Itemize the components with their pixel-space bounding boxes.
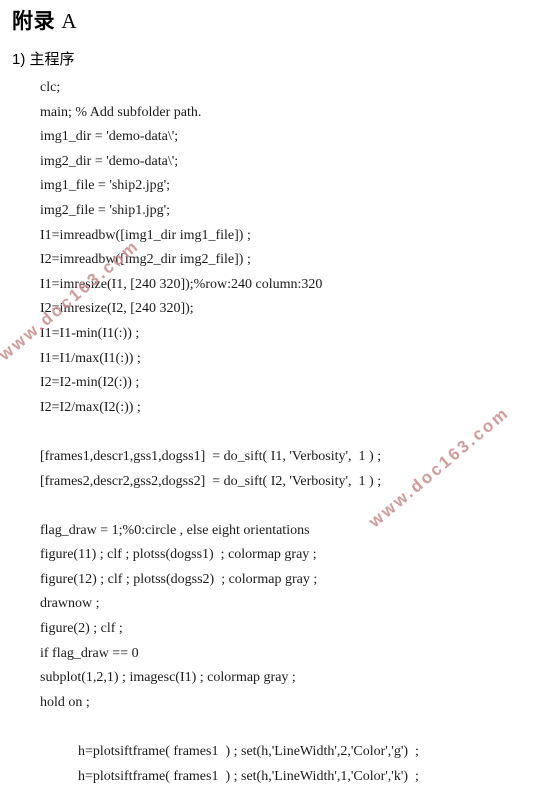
code-line: img1_dir = 'demo-data\'; xyxy=(40,129,179,145)
code-line: drawnow ; xyxy=(40,596,100,612)
code-line: if flag_draw == 0 xyxy=(40,645,139,661)
code-line: [frames2,descr2,gss2,dogss2] = do_sift( … xyxy=(40,473,382,489)
code-line: I1=imreadbw([img1_dir img1_file]) ; xyxy=(40,227,251,243)
code-line: I1=imresize(I1, [240 320]);%row:240 colu… xyxy=(40,276,323,292)
code-line: figure(12) ; clf ; plotss(dogss2) ; colo… xyxy=(40,571,318,587)
code-line: I2=imresize(I2, [240 320]); xyxy=(40,301,194,317)
page-title-cjk: 附录 xyxy=(12,10,55,33)
code-line: I1=I1/max(I1(:)) ; xyxy=(40,350,141,366)
code-line: I1=I1-min(I1(:)) ; xyxy=(40,325,140,341)
code-line: [frames1,descr1,gss1,dogss1] = do_sift( … xyxy=(40,448,382,464)
code-line: flag_draw = 1;%0:circle , else eight ori… xyxy=(40,522,310,538)
code-line: subplot(1,2,1) ; imagesc(I1) ; colormap … xyxy=(40,670,296,686)
section-heading: 1) 主程序 xyxy=(12,51,75,68)
code-line: I2=I2-min(I2(:)) ; xyxy=(40,375,140,391)
code-line: img2_dir = 'demo-data\'; xyxy=(40,153,179,169)
code-line: I2=I2/max(I2(:)) ; xyxy=(40,399,141,415)
code-line: h=plotsiftframe( frames1 ) ; set(h,'Line… xyxy=(78,768,419,784)
code-line: clc; xyxy=(40,80,61,95)
page-title: 附录 A xyxy=(12,8,77,35)
code-line: figure(11) ; clf ; plotss(dogss1) ; colo… xyxy=(40,547,317,563)
document-page: 附录 A 1) 主程序 clc; main; % Add subfolder pa… xyxy=(0,0,556,784)
page-title-latin: A xyxy=(61,9,78,33)
code-line: img1_file = 'ship2.jpg'; xyxy=(40,178,170,194)
code-block: clc; main; % Add subfolder path. img1_dir … xyxy=(0,76,556,789)
code-line: I2=imreadbw([img2_dir img2_file]) ; xyxy=(40,252,251,268)
code-line: hold on ; xyxy=(40,694,90,710)
code-line: figure(2) ; clf ; xyxy=(40,621,123,637)
code-line: main; % Add subfolder path. xyxy=(40,104,202,120)
code-line: img2_file = 'ship1.jpg'; xyxy=(40,202,170,218)
code-line: h=plotsiftframe( frames1 ) ; set(h,'Line… xyxy=(78,744,419,760)
